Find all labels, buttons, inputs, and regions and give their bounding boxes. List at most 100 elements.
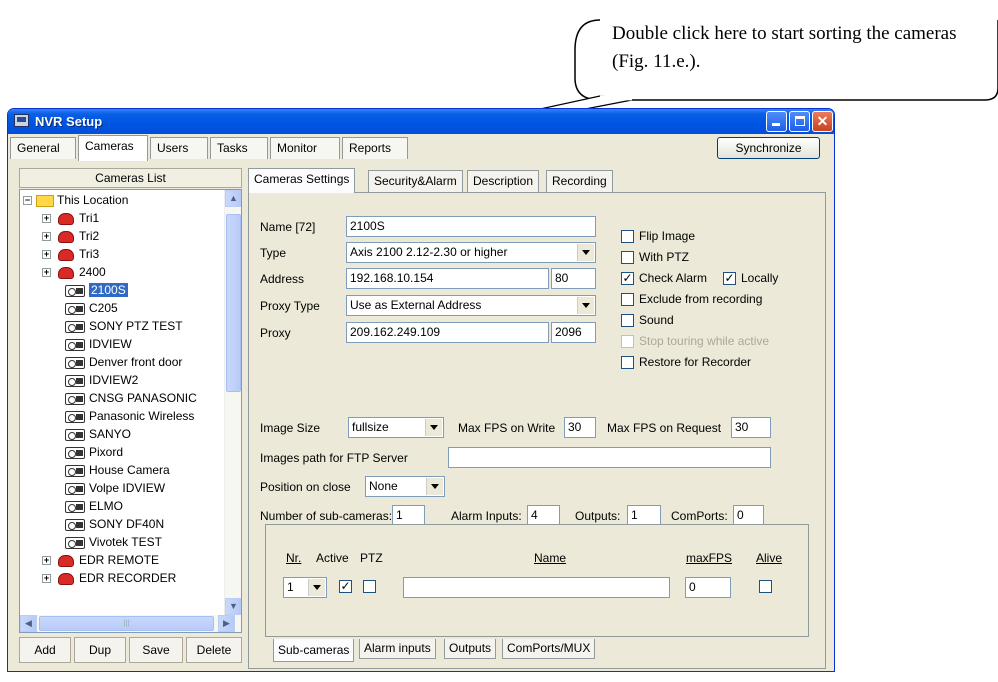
- scroll-right-icon[interactable]: ▶: [218, 615, 235, 632]
- collapse-icon[interactable]: −: [23, 196, 32, 206]
- tree-group-tri3[interactable]: Tri3: [79, 247, 99, 261]
- tree-vertical-scrollbar[interactable]: ▲ ▼: [224, 190, 241, 615]
- tree-camera-item[interactable]: ELMO: [89, 499, 123, 513]
- tab-outputs[interactable]: Outputs: [444, 639, 497, 659]
- subcam-name-field[interactable]: [403, 577, 670, 598]
- proxy-type-select[interactable]: Use as External Address: [346, 295, 596, 316]
- tree-camera-item[interactable]: CNSG PANASONIC: [89, 391, 197, 405]
- tab-cameras[interactable]: Cameras: [78, 135, 148, 161]
- outputs-field[interactable]: 1: [627, 505, 661, 526]
- subcam-maxfps-field[interactable]: 0: [685, 577, 731, 598]
- comports-field[interactable]: 0: [733, 505, 764, 526]
- chevron-down-icon[interactable]: [308, 579, 325, 596]
- flip-image-checkbox[interactable]: [621, 230, 634, 243]
- subcam-nr-select[interactable]: 1: [283, 577, 327, 598]
- expand-icon[interactable]: +: [42, 556, 51, 566]
- chevron-down-icon[interactable]: [577, 244, 594, 261]
- dup-button[interactable]: Dup: [74, 637, 126, 663]
- tree-camera-item[interactable]: Panasonic Wireless: [89, 409, 194, 423]
- tab-monitor[interactable]: Monitor: [270, 137, 340, 159]
- position-on-close-select[interactable]: None: [365, 476, 445, 497]
- scroll-up-icon[interactable]: ▲: [225, 190, 241, 207]
- subcam-active-checkbox[interactable]: ✓: [339, 580, 352, 593]
- tree-group-tri1[interactable]: Tri1: [79, 211, 99, 225]
- tab-description[interactable]: Description: [467, 170, 540, 192]
- tree-camera-item[interactable]: SONY PTZ TEST: [89, 319, 183, 333]
- close-button[interactable]: ✕: [812, 111, 833, 132]
- subcam-ptz-checkbox[interactable]: [363, 580, 376, 593]
- locally-checkbox[interactable]: ✓: [723, 272, 736, 285]
- tree-root-label[interactable]: This Location: [57, 193, 128, 207]
- tab-reports[interactable]: Reports: [342, 137, 408, 159]
- chevron-down-icon[interactable]: [425, 419, 442, 436]
- check-alarm-checkbox[interactable]: ✓: [621, 272, 634, 285]
- proxy-port-field[interactable]: 2096: [551, 322, 596, 343]
- expand-icon[interactable]: +: [42, 574, 51, 584]
- tree-group-edr-remote[interactable]: EDR REMOTE: [79, 553, 159, 567]
- scroll-down-icon[interactable]: ▼: [225, 598, 241, 615]
- tree-group-tri2[interactable]: Tri2: [79, 229, 99, 243]
- exclude-recording-checkbox[interactable]: [621, 293, 634, 306]
- tree-camera-item[interactable]: Denver front door: [89, 355, 182, 369]
- synchronize-button[interactable]: Synchronize: [717, 137, 820, 159]
- expand-icon[interactable]: +: [42, 232, 51, 242]
- chevron-down-icon[interactable]: [577, 297, 594, 314]
- tree-camera-item[interactable]: 2100S: [89, 283, 128, 297]
- tab-cameras-settings[interactable]: Cameras Settings: [248, 168, 356, 193]
- tree-camera-item[interactable]: Volpe IDVIEW: [89, 481, 165, 495]
- camera-tree[interactable]: − This Location + Tri1 + Tri2 + Tri3 +2400 2…: [19, 189, 242, 633]
- tab-comports-mux[interactable]: ComPorts/MUX: [502, 639, 596, 659]
- with-ptz-checkbox[interactable]: [621, 251, 634, 264]
- tree-camera-item[interactable]: Vivotek TEST: [89, 535, 162, 549]
- proxy-field[interactable]: 209.162.249.109: [346, 322, 549, 343]
- tree-camera-item[interactable]: SANYO: [89, 427, 131, 441]
- check-alarm-label: Check Alarm: [639, 271, 708, 285]
- scroll-thumb[interactable]: [226, 214, 241, 392]
- save-button[interactable]: Save: [129, 637, 183, 663]
- type-select[interactable]: Axis 2100 2.12-2.30 or higher: [346, 242, 596, 263]
- tab-alarm-inputs[interactable]: Alarm inputs: [359, 639, 436, 659]
- restore-recorder-checkbox[interactable]: [621, 356, 634, 369]
- tree-camera-item[interactable]: C205: [89, 301, 118, 315]
- scroll-left-icon[interactable]: ◀: [20, 615, 37, 632]
- tree-group-2400[interactable]: 2400: [79, 265, 106, 279]
- subcameras-count-field[interactable]: 1: [392, 505, 425, 526]
- tab-users[interactable]: Users: [150, 137, 208, 159]
- tree-camera-item[interactable]: IDVIEW2: [89, 373, 138, 387]
- image-size-select[interactable]: fullsize: [348, 417, 444, 438]
- cameras-list-header[interactable]: Cameras List: [19, 168, 242, 188]
- expand-icon[interactable]: +: [42, 250, 51, 260]
- tree-camera-item[interactable]: Pixord: [89, 445, 123, 459]
- stop-touring-checkbox[interactable]: [621, 335, 634, 348]
- address-field[interactable]: 192.168.10.154: [346, 268, 549, 289]
- tree-horizontal-scrollbar[interactable]: ◀ ||| ▶: [20, 615, 241, 632]
- tree-group-edr-recorder[interactable]: EDR RECORDER: [79, 571, 176, 585]
- sound-checkbox[interactable]: [621, 314, 634, 327]
- camera-icon: [65, 392, 85, 405]
- tree-camera-item[interactable]: IDVIEW: [89, 337, 132, 351]
- add-button[interactable]: Add: [19, 637, 71, 663]
- name-field[interactable]: 2100S: [346, 216, 596, 237]
- tab-tasks[interactable]: Tasks: [210, 137, 268, 159]
- maximize-button[interactable]: [789, 111, 810, 132]
- expand-icon[interactable]: +: [42, 268, 51, 278]
- alarm-inputs-field[interactable]: 4: [527, 505, 560, 526]
- tab-sub-cameras[interactable]: Sub-cameras: [273, 639, 355, 662]
- tree-camera-item[interactable]: House Camera: [89, 463, 170, 477]
- subcam-alive-checkbox[interactable]: [759, 580, 772, 593]
- tab-recording[interactable]: Recording: [546, 170, 613, 192]
- tree-camera-item[interactable]: SONY DF40N: [89, 517, 164, 531]
- title-bar[interactable]: NVR Setup ✕: [8, 109, 834, 134]
- minimize-button[interactable]: [766, 111, 787, 132]
- scroll-thumb-horizontal[interactable]: |||: [39, 616, 214, 631]
- tab-general[interactable]: General: [10, 137, 76, 159]
- max-fps-write-field[interactable]: 30: [564, 417, 596, 438]
- port-field[interactable]: 80: [551, 268, 596, 289]
- delete-button[interactable]: Delete: [186, 637, 242, 663]
- chevron-down-icon[interactable]: [426, 478, 443, 495]
- col-name-header: Name: [534, 551, 567, 565]
- tab-security-alarm[interactable]: Security&Alarm: [368, 170, 463, 192]
- ftp-path-field[interactable]: [448, 447, 771, 468]
- max-fps-request-field[interactable]: 30: [731, 417, 771, 438]
- expand-icon[interactable]: +: [42, 214, 51, 224]
